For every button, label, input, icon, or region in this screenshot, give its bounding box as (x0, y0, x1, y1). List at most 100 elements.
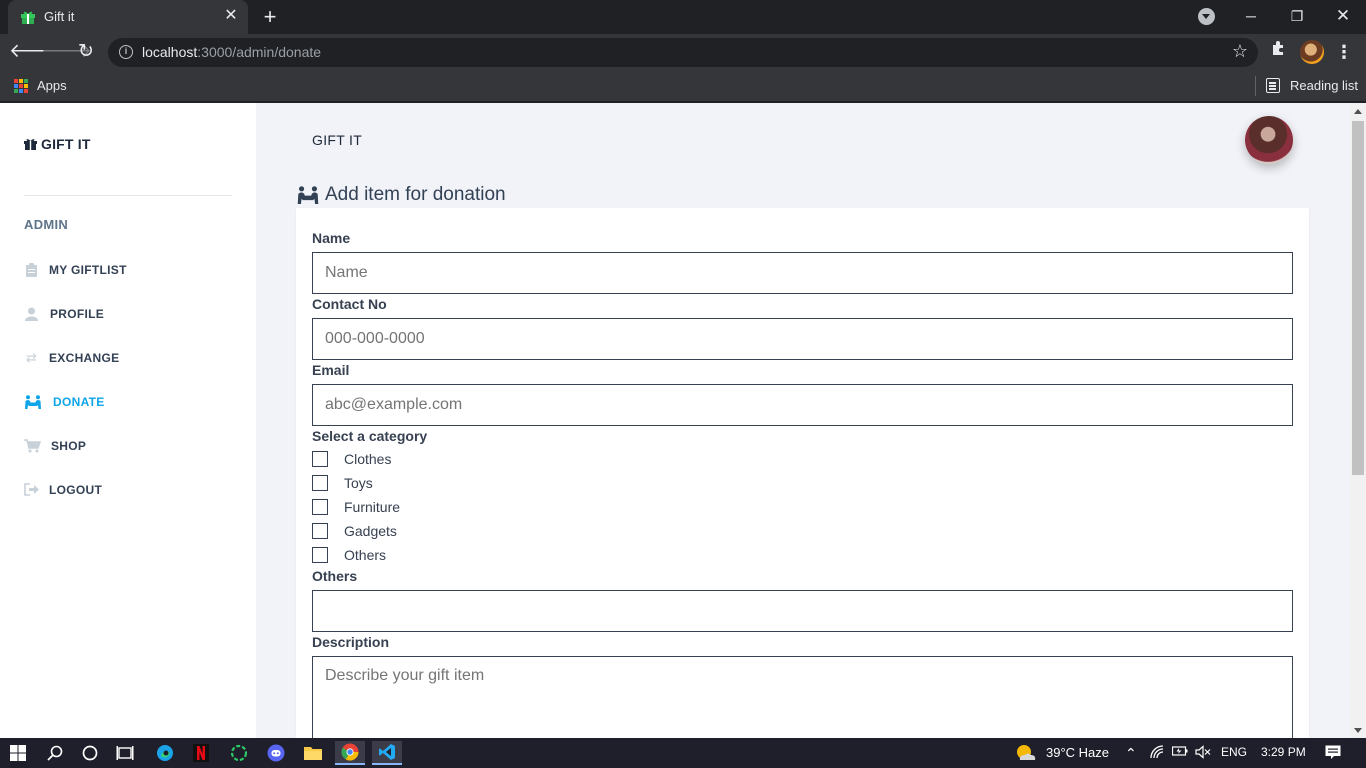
browser-tab[interactable]: Gift it ✕ (8, 0, 248, 34)
main-content: GIFT IT Add item for donation Name Conta… (256, 103, 1350, 738)
sidebar-item-my-giftlist[interactable]: MY GIFTLIST (24, 260, 127, 280)
battery-icon[interactable] (1171, 745, 1188, 760)
furniture-checkbox[interactable] (312, 499, 328, 515)
discord-icon[interactable] (261, 741, 291, 765)
sidebar-item-donate[interactable]: DONATE (24, 392, 105, 412)
site-info-icon[interactable]: i (119, 45, 133, 59)
apps-bookmark[interactable]: Apps (37, 78, 67, 93)
language-indicator[interactable]: ENG (1221, 745, 1247, 759)
clock[interactable]: 3:29 PM (1261, 745, 1306, 759)
name-input[interactable] (312, 252, 1293, 294)
search-icon[interactable] (40, 741, 70, 765)
extensions-puzzle-icon[interactable] (1268, 40, 1290, 62)
category-option-toys[interactable]: Toys (312, 474, 373, 492)
tab-title: Gift it (44, 9, 75, 24)
gift-favicon-icon (21, 11, 35, 24)
reload-icon[interactable]: ↻ (73, 39, 99, 65)
volume-muted-icon[interactable] (1195, 745, 1211, 762)
scroll-up-arrow-icon[interactable] (1350, 103, 1366, 119)
category-option-others[interactable]: Others (312, 546, 386, 564)
address-bar[interactable]: i localhost:3000/admin/donate ☆ (108, 38, 1258, 67)
tab-strip: Gift it ✕ + ─ ❐ ✕ (0, 0, 1366, 34)
contact-input[interactable] (312, 318, 1293, 360)
page-title-text: Add item for donation (325, 184, 506, 205)
apps-grid-icon[interactable] (14, 79, 28, 93)
browser-menu-icon[interactable]: ⋮ (1334, 40, 1354, 64)
others-label: Others (312, 568, 358, 584)
close-tab-icon[interactable]: ✕ (222, 7, 240, 25)
file-explorer-icon[interactable] (298, 741, 328, 765)
page-scrollbar[interactable] (1350, 103, 1366, 738)
page-viewport: GIFT IT ADMIN MY GIFTLIST PROFILE ⇄ EXCH… (0, 103, 1366, 738)
sidebar-item-label: MY GIFTLIST (49, 263, 127, 277)
sidebar-item-exchange[interactable]: ⇄ EXCHANGE (24, 348, 119, 368)
vscode-icon[interactable] (372, 741, 402, 765)
close-window-icon[interactable]: ✕ (1328, 4, 1358, 28)
browser-toolbar: 🡐 🡒 ↻ i localhost:3000/admin/donate ☆ ⋮ (0, 34, 1366, 70)
sidebar-item-label: LOGOUT (49, 483, 103, 497)
bookmark-divider (1255, 76, 1256, 96)
others-option-label: Others (344, 547, 387, 563)
category-option-furniture[interactable]: Furniture (312, 498, 400, 516)
edge-browser-icon[interactable] (150, 741, 180, 765)
new-tab-icon[interactable]: + (258, 6, 282, 28)
others-input[interactable] (312, 590, 1293, 632)
bookmark-star-icon[interactable]: ☆ (1232, 41, 1248, 62)
browser-profile-avatar[interactable] (1300, 40, 1324, 64)
scroll-down-arrow-icon[interactable] (1350, 722, 1366, 738)
chrome-taskbar-icon[interactable] (335, 741, 365, 765)
forward-icon[interactable]: 🡒 (41, 39, 92, 65)
scrollbar-thumb[interactable] (1352, 121, 1364, 475)
url-text[interactable]: localhost:3000/admin/donate (142, 44, 321, 60)
restore-icon[interactable]: ❐ (1282, 4, 1312, 28)
user-avatar[interactable] (1245, 116, 1293, 164)
page-title: Add item for donation (296, 184, 506, 206)
gadgets-label: Gadgets (344, 523, 397, 539)
sidebar-item-label: DONATE (53, 395, 105, 409)
gadgets-checkbox[interactable] (312, 523, 328, 539)
donation-form: Name Contact No Email Select a category … (296, 208, 1309, 738)
reading-list-icon[interactable] (1266, 78, 1280, 93)
task-view-icon[interactable] (110, 741, 140, 765)
people-carry-icon (297, 186, 319, 204)
sidebar-item-profile[interactable]: PROFILE (24, 304, 104, 324)
sidebar-heading: ADMIN (24, 217, 69, 232)
category-option-clothes[interactable]: Clothes (312, 450, 391, 468)
network-icon[interactable] (1150, 745, 1164, 762)
sidebar: GIFT IT ADMIN MY GIFTLIST PROFILE ⇄ EXCH… (0, 103, 256, 738)
sidebar-item-label: PROFILE (50, 307, 105, 321)
sidebar-item-logout[interactable]: LOGOUT (24, 480, 102, 500)
clipboard-icon (24, 263, 39, 277)
clothes-checkbox[interactable] (312, 451, 328, 467)
sidebar-item-label: SHOP (51, 439, 87, 453)
back-icon[interactable]: 🡐 (9, 39, 60, 65)
reading-list-button[interactable]: Reading list (1290, 78, 1358, 93)
clothes-label: Clothes (344, 451, 392, 467)
topbar-brand[interactable]: GIFT IT (312, 132, 362, 148)
category-option-gadgets[interactable]: Gadgets (312, 522, 397, 540)
sidebar-item-shop[interactable]: SHOP (24, 436, 86, 456)
user-icon (24, 307, 39, 321)
windows-start-icon[interactable] (3, 741, 33, 765)
description-textarea[interactable] (312, 656, 1293, 738)
toys-checkbox[interactable] (312, 475, 328, 491)
people-carry-icon (24, 395, 42, 409)
cart-icon (24, 439, 42, 453)
bookmarks-bar: Apps Reading list (0, 70, 1366, 102)
notification-center-icon[interactable] (1325, 745, 1341, 763)
sidebar-brand[interactable]: GIFT IT (24, 136, 91, 152)
exchange-arrows-icon: ⇄ (26, 350, 37, 365)
email-input[interactable] (312, 384, 1293, 426)
tab-search-icon[interactable] (1198, 8, 1215, 25)
contact-label: Contact No (312, 296, 387, 312)
description-label: Description (312, 634, 390, 650)
sidebar-divider (24, 195, 232, 196)
weather-text[interactable]: 39°C Haze (1046, 745, 1109, 760)
netflix-icon[interactable] (186, 741, 216, 765)
cortana-icon[interactable] (75, 741, 105, 765)
others-checkbox[interactable] (312, 547, 328, 563)
minimize-icon[interactable]: ─ (1236, 4, 1266, 28)
show-hidden-icons-icon[interactable]: ⌃ (1125, 745, 1137, 762)
app-circle-icon[interactable] (224, 741, 254, 765)
weather-icon[interactable] (1013, 741, 1039, 765)
